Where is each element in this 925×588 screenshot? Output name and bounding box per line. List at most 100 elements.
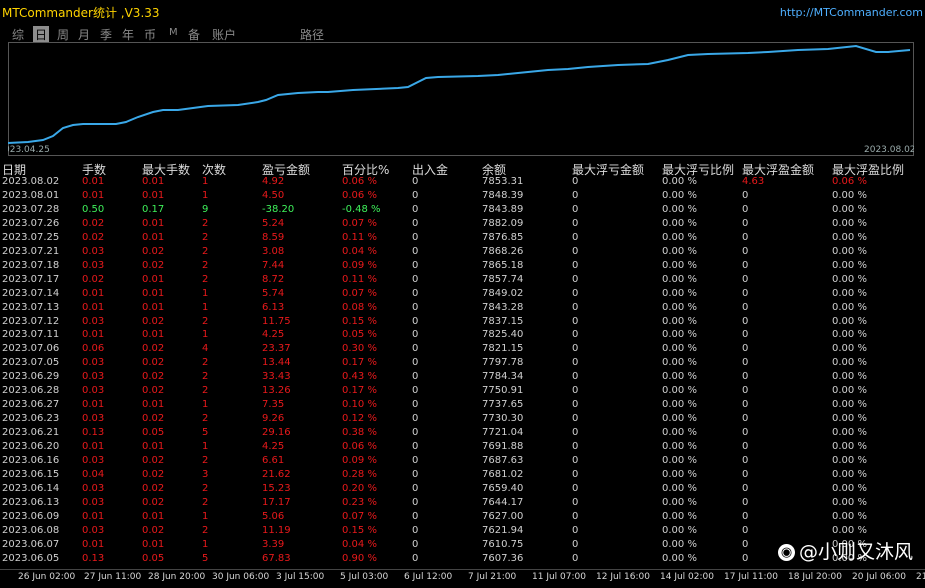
cell-max-float-loss: 0 bbox=[572, 510, 579, 522]
cell-max-float-loss: 0 bbox=[572, 468, 579, 480]
cell-max-float-profit-pct: 0.00 % bbox=[832, 329, 867, 341]
cell-max-lots: 0.02 bbox=[142, 468, 165, 480]
tab-account[interactable]: 账户 bbox=[212, 26, 236, 43]
cell-trades: 5 bbox=[202, 427, 209, 439]
cell-max-lots: 0.02 bbox=[142, 315, 165, 327]
cell-max-float-profit: 0 bbox=[742, 245, 749, 257]
cell-percent: 0.43 % bbox=[342, 371, 377, 383]
cell-deposit: 0 bbox=[412, 259, 419, 271]
cell-max-lots: 0.02 bbox=[142, 357, 165, 369]
cell-max-lots: 0.01 bbox=[142, 287, 165, 299]
cell-max-float-loss-pct: 0.00 % bbox=[662, 273, 697, 285]
cell-max-lots: 0.05 bbox=[142, 427, 165, 439]
cell-lots: 0.02 bbox=[82, 217, 105, 229]
cell-trades: 2 bbox=[202, 524, 209, 536]
cell-max-float-profit: 0 bbox=[742, 385, 749, 397]
cell-pnl: 7.44 bbox=[262, 259, 285, 271]
cell-max-float-profit-pct: 0.00 % bbox=[832, 217, 867, 229]
cell-max-float-profit-pct: 0.00 % bbox=[832, 427, 867, 439]
cell-balance: 7853.31 bbox=[482, 176, 524, 187]
equity-chart: 023.04.25 2023.08.02 bbox=[8, 42, 914, 156]
cell-percent: 0.10 % bbox=[342, 399, 377, 411]
weibo-icon: ◉ bbox=[777, 544, 795, 561]
cell-max-float-profit: 0 bbox=[742, 552, 749, 564]
tab-daily[interactable]: 日 bbox=[33, 26, 50, 43]
cell-max-float-profit-pct: 0.00 % bbox=[832, 496, 867, 508]
cell-max-float-loss-pct: 0.00 % bbox=[662, 329, 697, 341]
time-axis-tick: 20 Jul 06:00 bbox=[852, 572, 906, 582]
cell-max-lots: 0.02 bbox=[142, 496, 165, 508]
cell-percent: 0.06 % bbox=[342, 176, 377, 187]
cell-max-float-profit-pct: 0.00 % bbox=[832, 231, 867, 243]
cell-trades: 9 bbox=[202, 203, 209, 215]
tab-path[interactable]: 路径 bbox=[300, 26, 324, 43]
tab-quarterly[interactable]: 季 bbox=[100, 26, 112, 43]
cell-max-float-profit: 4.63 bbox=[742, 176, 765, 187]
cell-deposit: 0 bbox=[412, 510, 419, 522]
tab-currency[interactable]: 币 bbox=[144, 26, 156, 43]
cell-pnl: 13.26 bbox=[262, 385, 291, 397]
cell-max-float-profit-pct: 0.00 % bbox=[832, 371, 867, 383]
cell-lots: 0.01 bbox=[82, 329, 105, 341]
cell-max-lots: 0.02 bbox=[142, 385, 165, 397]
cell-balance: 7681.02 bbox=[482, 468, 524, 480]
cell-trades: 2 bbox=[202, 273, 209, 285]
cell-trades: 2 bbox=[202, 357, 209, 369]
cell-pnl: 3.08 bbox=[262, 245, 285, 257]
cell-max-float-loss-pct: 0.00 % bbox=[662, 301, 697, 313]
cell-deposit: 0 bbox=[412, 538, 419, 550]
tab-weekly[interactable]: 周 bbox=[57, 26, 69, 43]
cell-max-lots: 0.01 bbox=[142, 189, 165, 201]
cell-deposit: 0 bbox=[412, 231, 419, 243]
cell-lots: 0.03 bbox=[82, 259, 105, 271]
cell-max-float-loss: 0 bbox=[572, 524, 579, 536]
website-link[interactable]: http://MTCommander.com bbox=[780, 6, 923, 19]
tab-monthly[interactable]: 月 bbox=[78, 26, 90, 43]
cell-max-float-profit-pct: 0.00 % bbox=[832, 315, 867, 327]
cell-trades: 1 bbox=[202, 176, 209, 187]
cell-max-float-loss-pct: 0.00 % bbox=[662, 455, 697, 466]
cell-balance: 7825.40 bbox=[482, 329, 524, 341]
cell-max-float-profit-pct: 0.00 % bbox=[832, 413, 867, 425]
cell-deposit: 0 bbox=[412, 413, 419, 425]
cell-max-lots: 0.01 bbox=[142, 231, 165, 243]
cell-balance: 7843.89 bbox=[482, 203, 524, 215]
cell-pnl: 7.35 bbox=[262, 399, 285, 411]
cell-deposit: 0 bbox=[412, 329, 419, 341]
cell-max-float-profit: 0 bbox=[742, 329, 749, 341]
cell-date: 2023.06.05 bbox=[2, 552, 60, 564]
chart-frame bbox=[8, 42, 914, 156]
tab-summary[interactable]: 综 bbox=[12, 26, 24, 43]
cell-pnl: 5.24 bbox=[262, 217, 285, 229]
cell-trades: 2 bbox=[202, 496, 209, 508]
cell-lots: 0.03 bbox=[82, 482, 105, 494]
tab-m[interactable]: M bbox=[169, 27, 178, 38]
cell-max-lots: 0.02 bbox=[142, 343, 165, 355]
cell-max-float-profit: 0 bbox=[742, 399, 749, 411]
chart-end-label: 2023.08.02 bbox=[864, 145, 914, 155]
cell-balance: 7876.85 bbox=[482, 231, 524, 243]
cell-date: 2023.06.13 bbox=[2, 496, 60, 508]
tab-notes[interactable]: 备 bbox=[188, 26, 200, 43]
cell-max-float-profit: 0 bbox=[742, 287, 749, 299]
cell-max-float-profit: 0 bbox=[742, 455, 749, 466]
cell-trades: 2 bbox=[202, 315, 209, 327]
cell-max-float-loss: 0 bbox=[572, 357, 579, 369]
cell-trades: 1 bbox=[202, 510, 209, 522]
cell-pnl: 3.39 bbox=[262, 538, 285, 550]
cell-max-float-loss-pct: 0.00 % bbox=[662, 510, 697, 522]
cell-max-float-loss: 0 bbox=[572, 552, 579, 564]
cell-pnl: 4.92 bbox=[262, 176, 285, 187]
cell-max-lots: 0.17 bbox=[142, 203, 165, 215]
cell-balance: 7730.30 bbox=[482, 413, 524, 425]
cell-deposit: 0 bbox=[412, 203, 419, 215]
cell-balance: 7837.15 bbox=[482, 315, 524, 327]
col-max-float-loss: 最大浮亏金额 bbox=[572, 163, 645, 177]
cell-max-float-profit-pct: 0.00 % bbox=[832, 441, 867, 453]
cell-lots: 0.01 bbox=[82, 287, 105, 299]
cell-trades: 1 bbox=[202, 301, 209, 313]
cell-trades: 1 bbox=[202, 287, 209, 299]
cell-lots: 0.03 bbox=[82, 455, 105, 466]
tab-yearly[interactable]: 年 bbox=[122, 26, 134, 43]
cell-max-lots: 0.02 bbox=[142, 455, 165, 466]
